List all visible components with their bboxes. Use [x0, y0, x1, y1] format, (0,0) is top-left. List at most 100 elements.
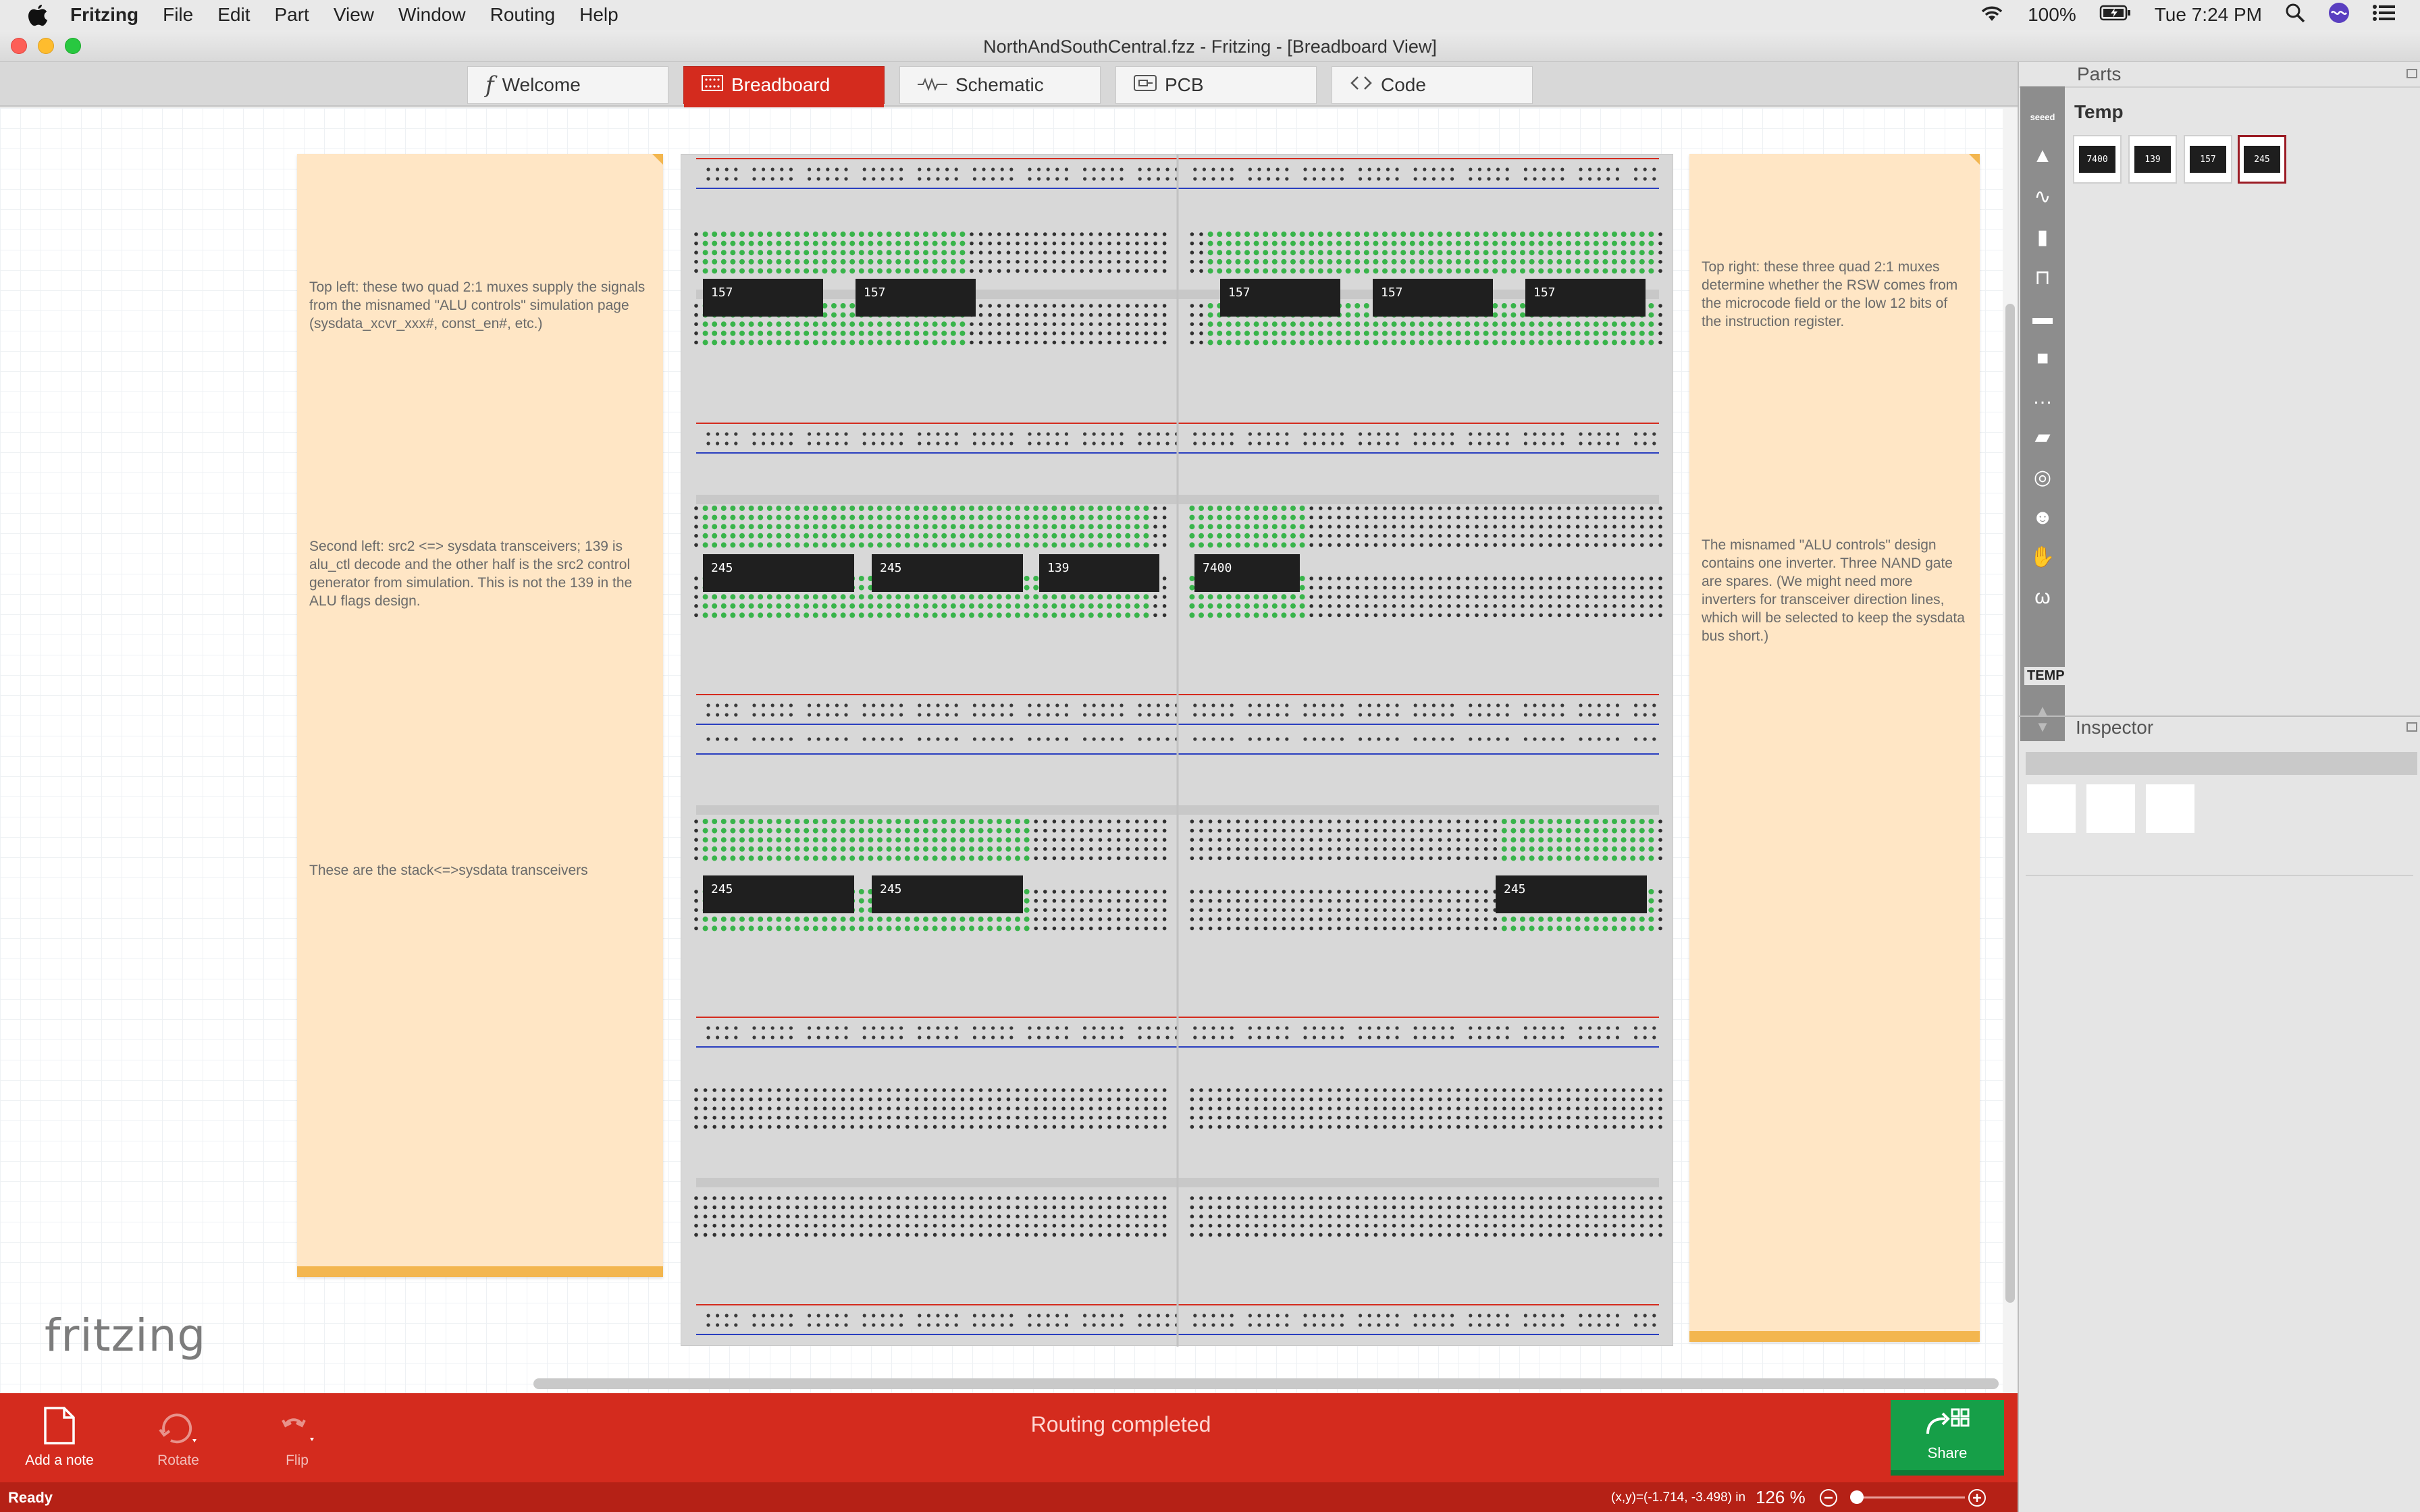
- breadboard-hole: [731, 1224, 735, 1228]
- menu-file[interactable]: File: [163, 4, 193, 26]
- connected-hole: [1510, 916, 1517, 922]
- connected-hole: [1088, 533, 1094, 539]
- breadboard-hole: [1411, 585, 1415, 590]
- breadboard-hole: [1365, 604, 1369, 608]
- breadboard-hole: [1429, 585, 1433, 590]
- rail-hole: [762, 703, 766, 707]
- breadboard-hole: [1521, 515, 1525, 520]
- tab-code[interactable]: Code: [1332, 66, 1533, 104]
- tab-welcome[interactable]: f Welcome: [467, 66, 668, 104]
- connected-hole: [1299, 321, 1305, 327]
- rail-hole: [789, 167, 793, 171]
- connected-hole: [739, 542, 745, 548]
- connected-hole: [941, 340, 947, 346]
- breadboard-hole: [814, 1088, 818, 1092]
- connected-hole: [1648, 828, 1654, 834]
- note-right[interactable]: Top right: these three quad 2:1 muxes de…: [1689, 154, 1980, 1342]
- connected-hole: [1097, 533, 1103, 539]
- breadboard-hole: [1456, 543, 1461, 547]
- menu-routing[interactable]: Routing: [490, 4, 556, 26]
- breadboard-hole: [1135, 898, 1139, 903]
- breadboard-hole: [1263, 1214, 1267, 1218]
- rail-hole: [1037, 1026, 1041, 1030]
- breadboard-hole: [1447, 534, 1451, 538]
- connected-hole: [904, 321, 910, 327]
- connected-hole: [1024, 846, 1030, 852]
- breadboard-hole: [1227, 917, 1231, 921]
- siri-icon[interactable]: [2328, 2, 2350, 28]
- breadboard-hole: [1144, 322, 1149, 326]
- battery-icon[interactable]: [2099, 4, 2132, 26]
- connected-hole: [1199, 603, 1204, 609]
- tab-breadboard[interactable]: Breadboard: [683, 66, 885, 107]
- tab-schematic[interactable]: Schematic: [899, 66, 1101, 104]
- rail-hole: [1083, 441, 1087, 446]
- wifi-icon[interactable]: [1979, 3, 2005, 27]
- menu-window[interactable]: Window: [398, 4, 466, 26]
- note-left[interactable]: Top left: these two quad 2:1 muxes suppl…: [297, 154, 663, 1277]
- notification-center-icon[interactable]: [2373, 4, 2396, 26]
- connected-hole: [766, 603, 772, 609]
- breadboard-hole: [1126, 304, 1130, 308]
- menubar-clock[interactable]: Tue 7:24 PM: [2155, 4, 2262, 26]
- connected-hole: [858, 232, 864, 237]
- connected-hole: [739, 594, 745, 600]
- connected-hole: [840, 330, 846, 336]
- breadboard-hole: [1411, 926, 1415, 931]
- rail-hole: [918, 177, 922, 181]
- breadboard-hole: [1309, 585, 1313, 590]
- menu-part[interactable]: Part: [274, 4, 309, 26]
- breadboard-hole: [1337, 917, 1341, 921]
- rail-hole: [1643, 167, 1647, 171]
- rail-hole: [862, 737, 866, 741]
- connected-hole: [1336, 232, 1342, 237]
- breadboard-hole: [1373, 898, 1378, 903]
- apple-logo-icon[interactable]: [24, 1, 51, 28]
- connected-hole: [1556, 828, 1562, 834]
- breadboard-hole: [1575, 1205, 1580, 1210]
- connected-hole: [1492, 312, 1498, 318]
- breadboard-hole: [1006, 250, 1011, 254]
- breadboard-hole: [1034, 898, 1038, 903]
- menu-view[interactable]: View: [334, 4, 374, 26]
- breadboard-hole: [1227, 1196, 1231, 1200]
- breadboard-hole: [942, 1116, 946, 1120]
- breadboard-hole: [1227, 1214, 1231, 1218]
- connected-hole: [1271, 340, 1278, 346]
- breadboard-hole: [1245, 1205, 1249, 1210]
- breadboard-hole: [1373, 838, 1378, 842]
- connected-hole: [1437, 250, 1443, 256]
- app-menu[interactable]: Fritzing: [70, 4, 138, 26]
- breadboard-hole: [1327, 1088, 1332, 1092]
- connected-hole: [766, 533, 772, 539]
- breadboard[interactable]: 157 157 157 157 157 245 245 139 7400 245 245 245: [681, 154, 1673, 1347]
- breadboard-hole: [1567, 1088, 1571, 1092]
- spotlight-search-icon[interactable]: [2285, 3, 2305, 28]
- breadboard-hole: [1612, 613, 1616, 618]
- breadboard-hole: [1089, 1196, 1093, 1200]
- breadboard-hole: [1309, 1214, 1313, 1218]
- connected-hole: [1510, 321, 1517, 327]
- connected-hole: [1593, 916, 1599, 922]
- connected-hole: [1235, 612, 1241, 618]
- breadboard-hole: [740, 1224, 744, 1228]
- breadboard-hole: [1080, 908, 1084, 912]
- connected-hole: [1575, 268, 1581, 274]
- breadboard-hole: [1327, 819, 1332, 824]
- breadboard-hole: [1392, 534, 1396, 538]
- note-text-alu-controls: The misnamed "ALU controls" design conta…: [1702, 537, 1965, 644]
- breadboard-canvas[interactable]: Top left: these two quad 2:1 muxes suppl…: [0, 108, 2003, 1393]
- breadboard-hole: [1365, 1214, 1369, 1218]
- rail-hole: [1028, 432, 1032, 436]
- tab-pcb[interactable]: PCB: [1115, 66, 1317, 104]
- breadboard-hole: [1548, 1214, 1552, 1218]
- breadboard-hole: [1126, 250, 1130, 254]
- rail-hole: [734, 737, 738, 741]
- rail-hole: [1551, 737, 1555, 741]
- rail-hole: [1634, 1323, 1638, 1327]
- menu-help[interactable]: Help: [579, 4, 619, 26]
- breadboard-hole: [1116, 1088, 1121, 1092]
- menu-edit[interactable]: Edit: [217, 4, 250, 26]
- rail-hole: [1285, 167, 1289, 171]
- connected-hole: [785, 855, 791, 861]
